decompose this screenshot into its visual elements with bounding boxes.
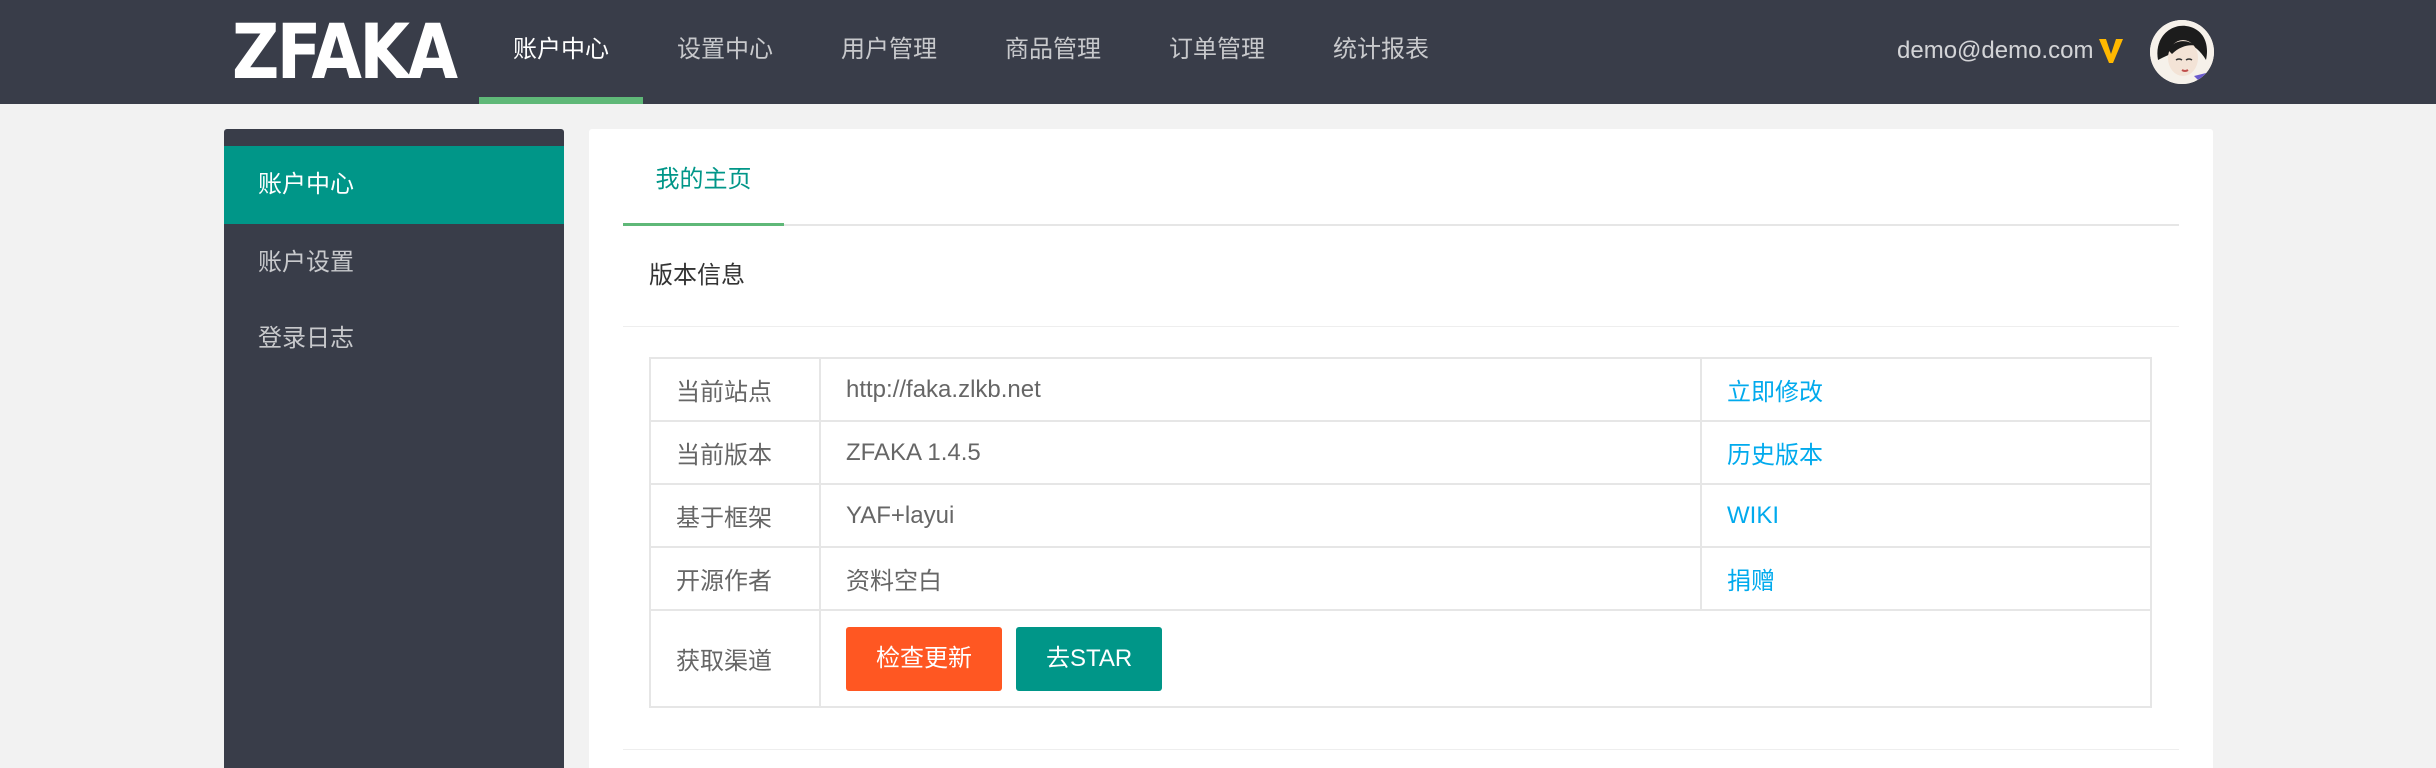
main-panel: 我的主页 版本信息 当前站点 http://faka.zlkb.net 立即修改…	[589, 129, 2213, 768]
site-logo[interactable]: ZFAKA	[232, 14, 458, 90]
row-label: 开源作者	[649, 546, 821, 611]
modify-site-link[interactable]: 立即修改	[1727, 379, 1823, 406]
top-header: ZFAKA 账户中心 设置中心 用户管理 商品管理 订单管理 统计报表 demo…	[0, 0, 2436, 104]
version-info-title: 版本信息	[623, 263, 2179, 327]
check-update-button[interactable]: 检查更新	[846, 626, 1002, 691]
nav-settings-center[interactable]: 设置中心	[643, 0, 807, 104]
table-row: 当前站点 http://faka.zlkb.net 立即修改	[649, 357, 2152, 422]
wiki-link[interactable]: WIKI	[1727, 502, 1779, 529]
row-value: ZFAKA 1.4.5	[819, 420, 1702, 485]
divider	[623, 749, 2179, 750]
row-value: YAF+layui	[819, 483, 1702, 548]
side-menu: 账户中心 账户设置 登录日志	[224, 129, 564, 768]
row-label: 当前站点	[649, 357, 821, 422]
sidebar-item-login-log[interactable]: 登录日志	[224, 300, 564, 378]
sidebar-item-account-center[interactable]: 账户中心	[224, 146, 564, 224]
row-value: 资料空白	[819, 546, 1702, 611]
table-row: 开源作者 资料空白 捐赠	[649, 546, 2152, 611]
row-label: 获取渠道	[649, 609, 821, 708]
sidebar-item-account-settings[interactable]: 账户设置	[224, 224, 564, 302]
star-button[interactable]: 去STAR	[1016, 626, 1163, 691]
nav-user-management[interactable]: 用户管理	[807, 0, 971, 104]
nav-product-management[interactable]: 商品管理	[971, 0, 1135, 104]
table-row: 获取渠道 检查更新 去STAR	[649, 609, 2152, 708]
table-row: 当前版本 ZFAKA 1.4.5 历史版本	[649, 420, 2152, 485]
nav-statistics-report[interactable]: 统计报表	[1299, 0, 1463, 104]
row-value: http://faka.zlkb.net	[819, 357, 1702, 422]
table-row: 基于框架 YAF+layui WIKI	[649, 483, 2152, 548]
history-versions-link[interactable]: 历史版本	[1727, 442, 1823, 469]
nav-order-management[interactable]: 订单管理	[1135, 0, 1299, 104]
row-label: 基于框架	[649, 483, 821, 548]
tab-bar: 我的主页	[623, 129, 2179, 226]
tab-my-home[interactable]: 我的主页	[623, 129, 784, 226]
donate-link[interactable]: 捐赠	[1727, 568, 1775, 595]
vip-v-icon	[2098, 36, 2124, 66]
user-email[interactable]: demo@demo.com	[1897, 34, 2093, 68]
nav-account-center[interactable]: 账户中心	[479, 0, 643, 104]
user-avatar[interactable]	[2150, 20, 2214, 84]
row-label: 当前版本	[649, 420, 821, 485]
version-info-table: 当前站点 http://faka.zlkb.net 立即修改 当前版本 ZFAK…	[649, 357, 2152, 708]
